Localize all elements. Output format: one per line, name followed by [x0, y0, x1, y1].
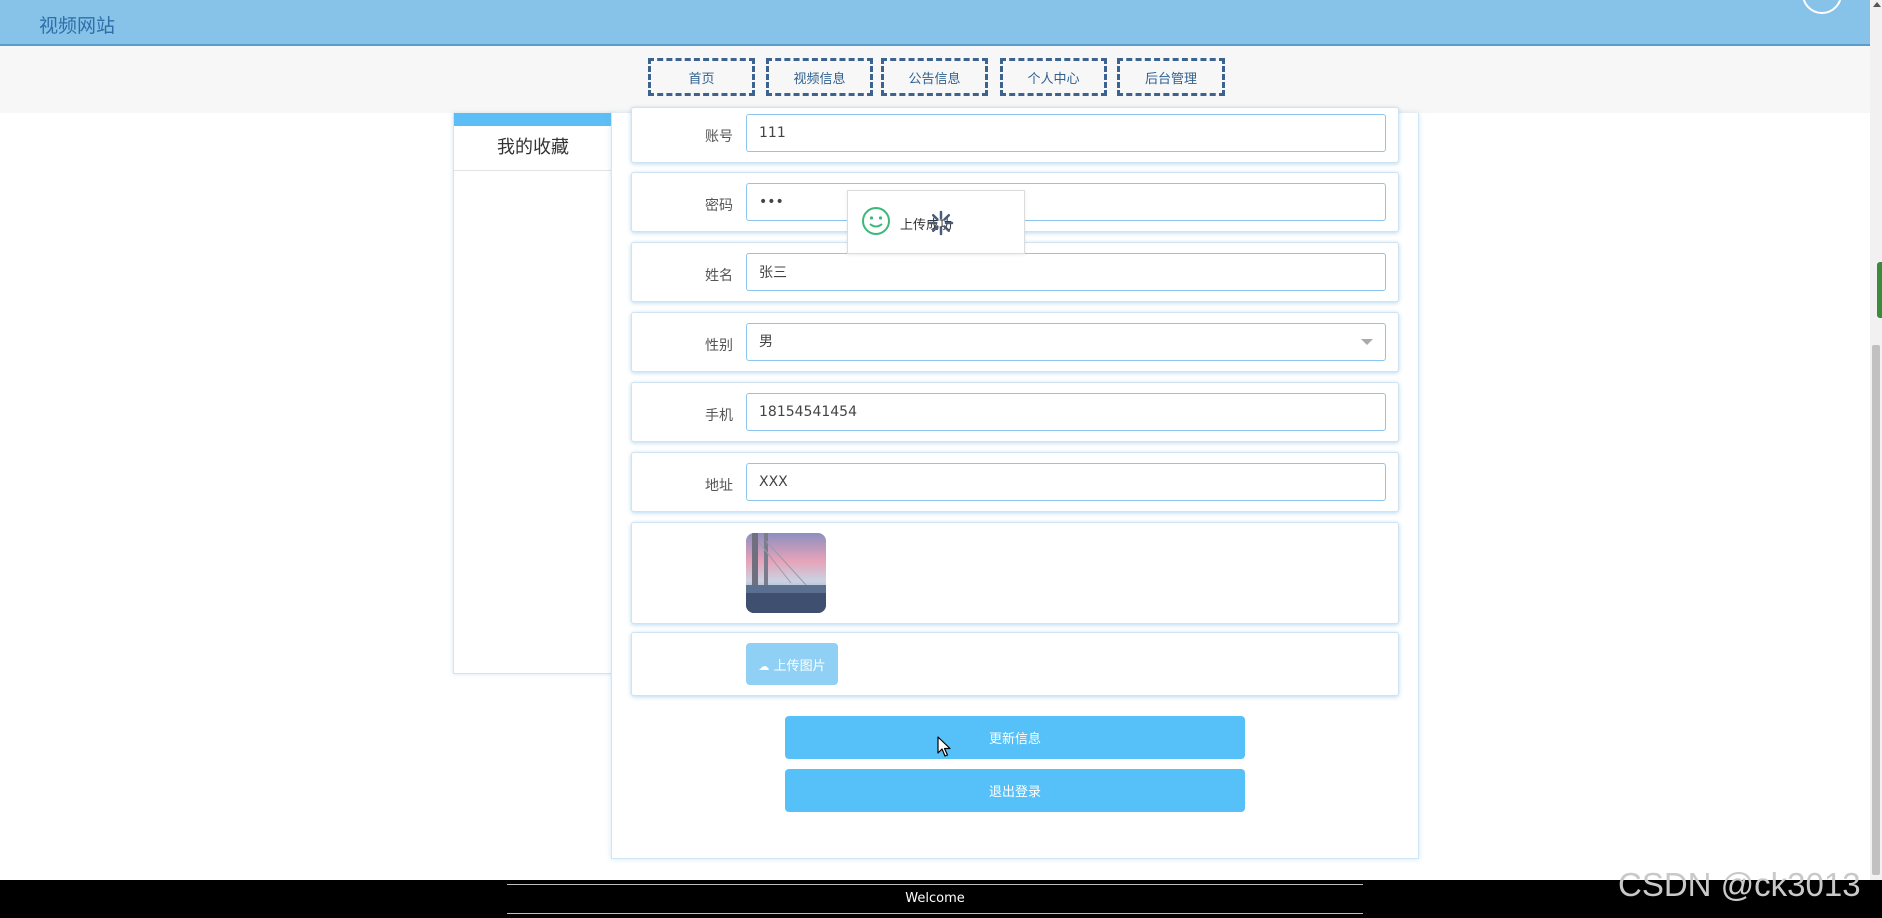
- page-scrollbar[interactable]: [1870, 0, 1882, 880]
- nav-item-personal-center[interactable]: 个人中心: [1000, 58, 1107, 96]
- phone-label: 手机: [705, 408, 733, 424]
- side-tab[interactable]: [1877, 262, 1882, 318]
- scrollbar-thumb[interactable]: [1872, 345, 1880, 875]
- footer-divider-bottom: [507, 913, 1363, 914]
- nav-item-admin[interactable]: 后台管理: [1117, 58, 1225, 96]
- mouse-cursor-icon: [937, 736, 951, 757]
- logout-button[interactable]: 退出登录: [785, 769, 1245, 812]
- name-label: 姓名: [705, 268, 733, 284]
- side-menu-active-item[interactable]: [454, 113, 612, 126]
- address-input[interactable]: [746, 463, 1386, 501]
- form-row-upload: ☁ 上传图片: [631, 632, 1399, 696]
- gender-label: 性别: [705, 338, 733, 354]
- main-nav: 首页 视频信息 公告信息 个人中心 后台管理: [0, 46, 1870, 113]
- page-footer: Welcome: [0, 880, 1882, 918]
- password-input[interactable]: [746, 183, 1386, 221]
- form-row-account: 账号: [631, 107, 1399, 163]
- chevron-down-icon: [1361, 339, 1373, 345]
- sidebar-item-favorites[interactable]: 我的收藏: [454, 126, 612, 171]
- password-label: 密码: [705, 198, 733, 214]
- watermark: CSDN @ck3013: [1618, 866, 1861, 903]
- form-row-phone: 手机: [631, 382, 1399, 442]
- footer-divider-top: [507, 884, 1363, 885]
- top-header: 视频网站: [0, 0, 1870, 46]
- name-input[interactable]: [746, 253, 1386, 291]
- upload-image-button[interactable]: ☁ 上传图片: [746, 643, 838, 685]
- scroll-up-arrow-icon[interactable]: [1873, 2, 1881, 7]
- gender-select-value: 男: [759, 334, 773, 350]
- cloud-upload-icon: ☁: [758, 659, 770, 673]
- form-row-address: 地址: [631, 452, 1399, 512]
- upload-success-toast: 上传成功: [847, 190, 1025, 254]
- form-row-gender: 性别 男: [631, 312, 1399, 372]
- smile-icon: [862, 207, 890, 235]
- form-row-avatar-preview: [631, 522, 1399, 624]
- spinner-icon: [928, 210, 954, 236]
- gender-select[interactable]: 男: [746, 323, 1386, 361]
- avatar-preview-image[interactable]: [746, 533, 826, 613]
- site-title[interactable]: 视频网站: [39, 11, 115, 38]
- address-label: 地址: [705, 478, 733, 494]
- account-input[interactable]: [746, 114, 1386, 152]
- upload-image-label: 上传图片: [773, 658, 826, 674]
- side-menu: 我的收藏: [453, 113, 613, 674]
- phone-input[interactable]: [746, 393, 1386, 431]
- footer-text: Welcome: [905, 891, 965, 906]
- account-label: 账号: [705, 129, 733, 145]
- update-info-button[interactable]: 更新信息: [785, 716, 1245, 759]
- nav-item-videos[interactable]: 视频信息: [766, 58, 873, 96]
- nav-item-announcements[interactable]: 公告信息: [881, 58, 988, 96]
- nav-item-home[interactable]: 首页: [648, 58, 755, 96]
- avatar[interactable]: [1802, 0, 1842, 14]
